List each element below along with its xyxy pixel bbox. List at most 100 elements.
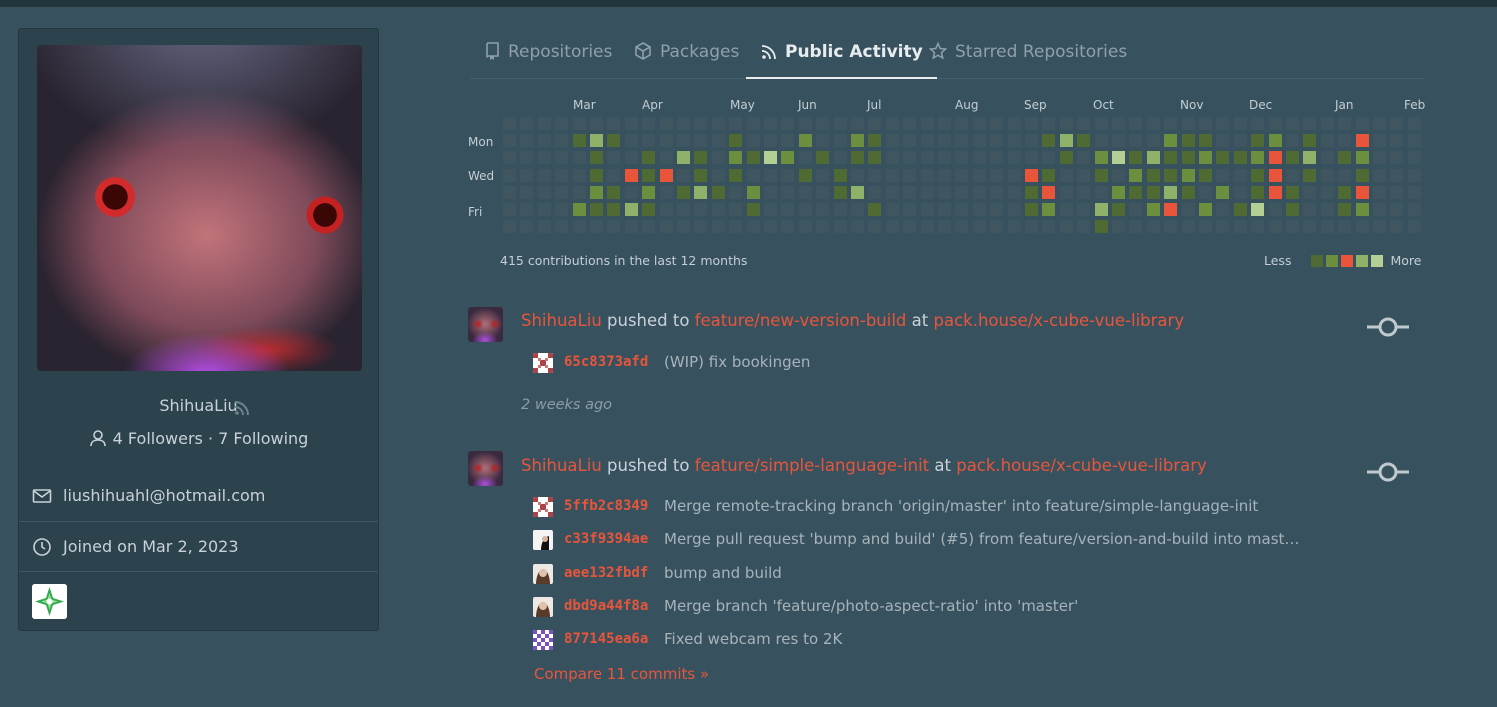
heatmap-cell[interactable] xyxy=(659,168,673,182)
heatmap-cell[interactable] xyxy=(972,151,986,165)
heatmap-cell[interactable] xyxy=(833,220,847,234)
heatmap-cell[interactable] xyxy=(920,185,934,199)
heatmap-cell[interactable] xyxy=(607,134,621,148)
heatmap-cell[interactable] xyxy=(624,168,638,182)
heatmap-cell[interactable] xyxy=(1407,185,1421,199)
heatmap-cell[interactable] xyxy=(1268,134,1282,148)
heatmap-cell[interactable] xyxy=(764,220,777,234)
heatmap-cell[interactable] xyxy=(990,185,1004,199)
heatmap-cell[interactable] xyxy=(938,220,951,234)
heatmap-cell[interactable] xyxy=(659,220,673,234)
heatmap-cell[interactable] xyxy=(1164,220,1178,234)
heatmap-cell[interactable] xyxy=(1233,134,1247,148)
heatmap-cell[interactable] xyxy=(955,151,969,165)
heatmap-cell[interactable] xyxy=(1199,151,1212,165)
heatmap-cell[interactable] xyxy=(1042,203,1056,216)
heatmap-cell[interactable] xyxy=(1146,168,1160,182)
heatmap-cell[interactable] xyxy=(1025,151,1038,165)
heatmap-cell[interactable] xyxy=(1146,220,1160,234)
heatmap-cell[interactable] xyxy=(1216,134,1230,148)
heatmap-cell[interactable] xyxy=(955,134,969,148)
heatmap-cell[interactable] xyxy=(833,168,847,182)
heatmap-cell[interactable] xyxy=(1251,203,1265,216)
tab-packages[interactable]: Packages xyxy=(634,42,739,78)
heatmap-cell[interactable] xyxy=(1355,134,1369,148)
heatmap-cell[interactable] xyxy=(642,203,656,216)
heatmap-cell[interactable] xyxy=(1077,151,1091,165)
heatmap-cell[interactable] xyxy=(1146,151,1160,165)
heatmap-cell[interactable] xyxy=(1112,168,1125,182)
heatmap-cell[interactable] xyxy=(590,117,603,130)
heatmap-cell[interactable] xyxy=(1373,117,1386,130)
heatmap-cell[interactable] xyxy=(624,185,638,199)
heatmap-cell[interactable] xyxy=(590,168,603,182)
heatmap-cell[interactable] xyxy=(1373,203,1386,216)
heatmap-cell[interactable] xyxy=(537,185,551,199)
heatmap-cell[interactable] xyxy=(642,168,656,182)
heatmap-cell[interactable] xyxy=(607,151,621,165)
heatmap-cell[interactable] xyxy=(1233,220,1247,234)
heatmap-cell[interactable] xyxy=(1286,117,1299,130)
heatmap-cell[interactable] xyxy=(677,151,690,165)
heatmap-cell[interactable] xyxy=(1199,203,1212,216)
heatmap-cell[interactable] xyxy=(938,203,951,216)
heatmap-cell[interactable] xyxy=(729,220,743,234)
heatmap-cell[interactable] xyxy=(851,134,864,148)
heatmap-cell[interactable] xyxy=(746,134,760,148)
heatmap-cell[interactable] xyxy=(781,117,795,130)
heatmap-cell[interactable] xyxy=(903,134,917,148)
heatmap-cell[interactable] xyxy=(694,168,708,182)
heatmap-cell[interactable] xyxy=(955,185,969,199)
heatmap-cell[interactable] xyxy=(659,203,673,216)
heatmap-cell[interactable] xyxy=(764,203,777,216)
heatmap-cell[interactable] xyxy=(1390,134,1404,148)
heatmap-cell[interactable] xyxy=(1390,168,1404,182)
heatmap-cell[interactable] xyxy=(503,151,516,165)
heatmap-cell[interactable] xyxy=(624,134,638,148)
commit-sha-link[interactable]: 65c8373afd xyxy=(564,354,648,370)
heatmap-cell[interactable] xyxy=(798,151,812,165)
heatmap-cell[interactable] xyxy=(1338,117,1352,130)
heatmap-cell[interactable] xyxy=(1129,220,1143,234)
heatmap-cell[interactable] xyxy=(503,168,516,182)
heatmap-cell[interactable] xyxy=(1059,168,1073,182)
organization-avatar[interactable] xyxy=(32,584,67,619)
repo-link[interactable]: pack.house/x-cube-vue-library xyxy=(934,311,1185,330)
heatmap-cell[interactable] xyxy=(1286,134,1299,148)
heatmap-cell[interactable] xyxy=(903,185,917,199)
heatmap-cell[interactable] xyxy=(990,117,1004,130)
heatmap-cell[interactable] xyxy=(938,117,951,130)
heatmap-cell[interactable] xyxy=(955,168,969,182)
heatmap-cell[interactable] xyxy=(1164,203,1178,216)
heatmap-cell[interactable] xyxy=(1251,151,1265,165)
heatmap-cell[interactable] xyxy=(1007,203,1021,216)
heatmap-cell[interactable] xyxy=(885,151,899,165)
heatmap-cell[interactable] xyxy=(816,134,830,148)
repo-link[interactable]: pack.house/x-cube-vue-library xyxy=(956,456,1207,475)
heatmap-cell[interactable] xyxy=(833,151,847,165)
heatmap-cell[interactable] xyxy=(520,185,534,199)
heatmap-cell[interactable] xyxy=(1390,185,1404,199)
heatmap-cell[interactable] xyxy=(816,220,830,234)
heatmap-cell[interactable] xyxy=(1251,134,1265,148)
heatmap-cell[interactable] xyxy=(764,168,777,182)
heatmap-cell[interactable] xyxy=(1286,185,1299,199)
heatmap-cell[interactable] xyxy=(781,203,795,216)
heatmap-cell[interactable] xyxy=(920,151,934,165)
heatmap-cell[interactable] xyxy=(624,203,638,216)
heatmap-cell[interactable] xyxy=(920,220,934,234)
heatmap-cell[interactable] xyxy=(990,220,1004,234)
heatmap-cell[interactable] xyxy=(816,168,830,182)
commit-sha-link[interactable]: aee132fbdf xyxy=(564,565,648,581)
heatmap-cell[interactable] xyxy=(1338,168,1352,182)
heatmap-cell[interactable] xyxy=(955,203,969,216)
heatmap-cell[interactable] xyxy=(1390,203,1404,216)
heatmap-cell[interactable] xyxy=(1390,151,1404,165)
heatmap-cell[interactable] xyxy=(885,134,899,148)
heatmap-cell[interactable] xyxy=(833,185,847,199)
heatmap-cell[interactable] xyxy=(1077,134,1091,148)
heatmap-cell[interactable] xyxy=(624,117,638,130)
heatmap-cell[interactable] xyxy=(938,151,951,165)
heatmap-cell[interactable] xyxy=(1373,185,1386,199)
heatmap-cell[interactable] xyxy=(677,203,690,216)
